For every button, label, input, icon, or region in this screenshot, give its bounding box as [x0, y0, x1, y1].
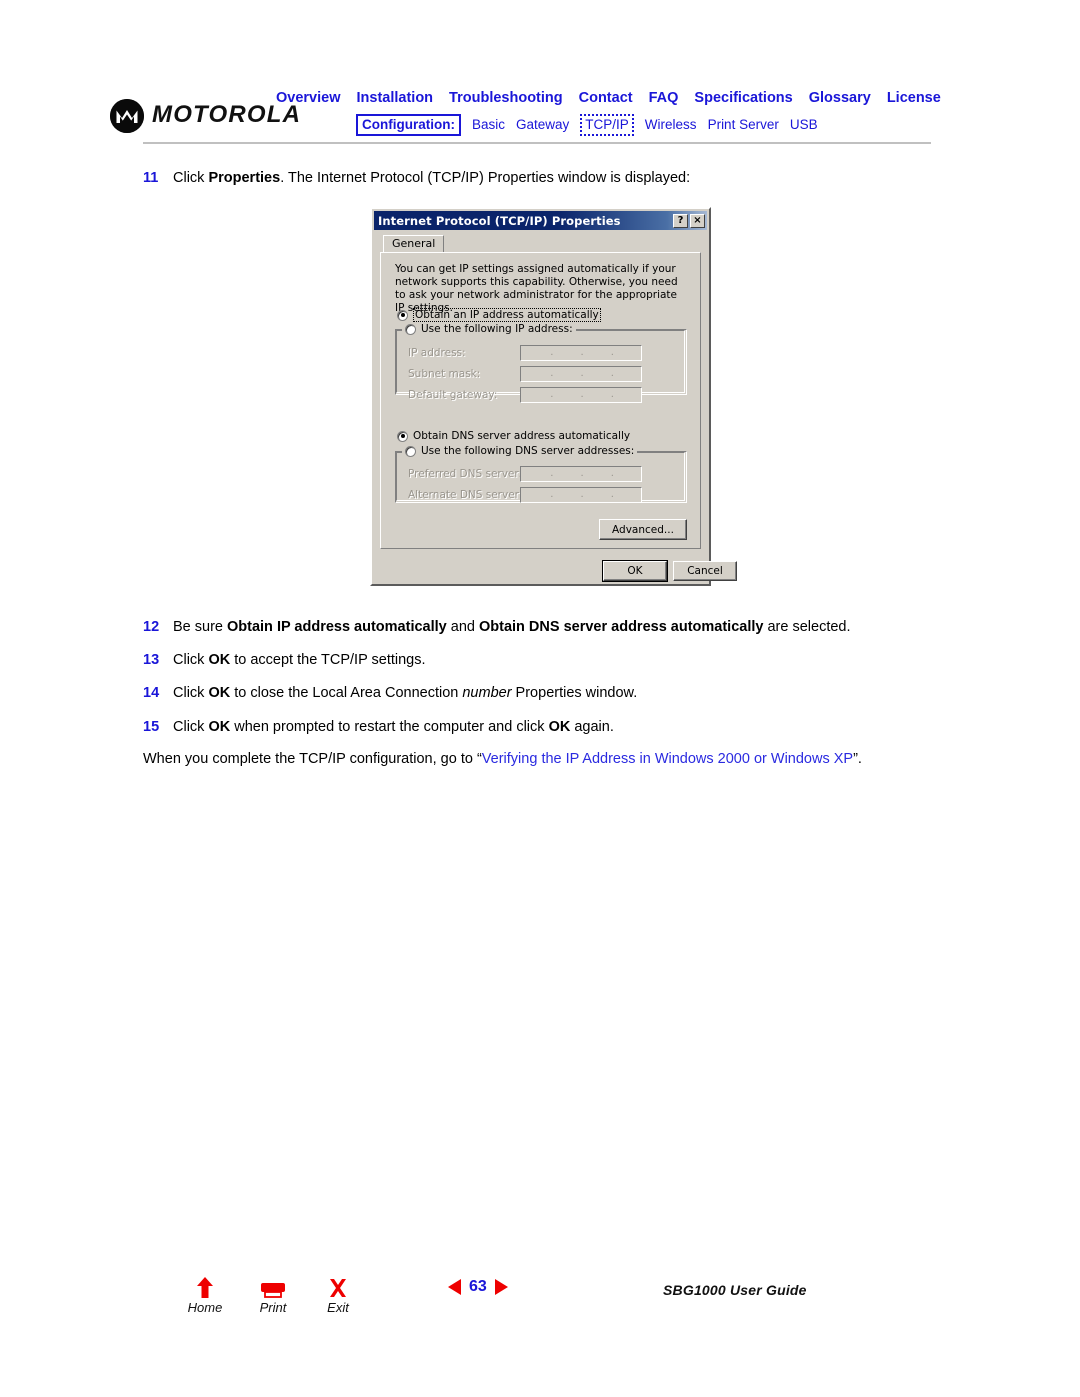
field-alternate-dns-label: Alternate DNS server:	[408, 489, 523, 501]
printer-icon	[243, 1275, 303, 1299]
dialog-title: Internet Protocol (TCP/IP) Properties	[378, 213, 621, 228]
step-15: 15 Click OK when prompted to restart the…	[143, 718, 953, 737]
radio-use-following-ip-label: Use the following IP address:	[421, 323, 573, 335]
close-icon[interactable]: ×	[690, 213, 705, 228]
subnet-mask-input[interactable]: ...	[520, 366, 642, 382]
next-page-icon[interactable]	[494, 1279, 508, 1295]
motorola-m-batwing-icon	[110, 99, 144, 133]
advanced-button[interactable]: Advanced...	[599, 519, 687, 540]
field-default-gateway: Default gateway: ...	[408, 387, 642, 403]
nav-item-print-server[interactable]: Print Server	[708, 117, 779, 133]
help-button[interactable]: ?	[673, 213, 688, 228]
radio-use-following-dns-indicator[interactable]	[405, 445, 416, 457]
step-11-number: 11	[143, 170, 159, 186]
verifying-ip-address-link[interactable]: Verifying the IP Address in Windows 2000…	[482, 751, 853, 767]
secondary-nav-row: Configuration: Basic Gateway TCP/IP Wire…	[276, 114, 976, 136]
motorola-logo: MOTOROLA	[110, 99, 301, 133]
nav-item-gateway[interactable]: Gateway	[516, 117, 569, 133]
radio-obtain-ip-auto[interactable]: Obtain an IP address automatically	[397, 308, 601, 322]
step-11-text: Click Properties. The Internet Protocol …	[173, 170, 691, 186]
nav-item-troubleshooting[interactable]: Troubleshooting	[449, 90, 563, 107]
exit-button-label: Exit	[327, 1300, 349, 1315]
step-15-text: Click OK when prompted to restart the co…	[173, 719, 614, 735]
nav-item-tcpip[interactable]: TCP/IP	[580, 114, 634, 136]
field-default-gateway-label: Default gateway:	[408, 389, 498, 401]
close-x-icon	[308, 1275, 368, 1299]
closing-paragraph: When you complete the TCP/IP configurati…	[143, 750, 963, 769]
radio-use-following-dns-label: Use the following DNS server addresses:	[421, 445, 635, 457]
home-button-label: Home	[187, 1300, 223, 1315]
tcpip-properties-dialog: Internet Protocol (TCP/IP) Properties ? …	[370, 207, 737, 586]
nav-item-installation[interactable]: Installation	[357, 90, 434, 107]
closing-paragraph-before: When you complete the TCP/IP configurati…	[143, 751, 482, 767]
nav-item-usb[interactable]: USB	[790, 117, 818, 133]
step-11: 11 Click Properties. The Internet Protoc…	[143, 169, 943, 188]
home-button[interactable]: Home	[175, 1275, 235, 1317]
group-use-following-ip: Use the following IP address: IP address…	[395, 323, 687, 403]
field-subnet-mask: Subnet mask: ...	[408, 366, 642, 382]
page-number: 63	[469, 1278, 487, 1295]
step-14: 14 Click OK to close the Local Area Conn…	[143, 684, 953, 703]
step-14-text: Click OK to close the Local Area Connect…	[173, 685, 638, 701]
nav-item-wireless[interactable]: Wireless	[645, 117, 697, 133]
field-preferred-dns: Preferred DNS server: ...	[408, 466, 642, 482]
step-12-text: Be sure Obtain IP address automatically …	[173, 619, 851, 635]
radio-obtain-dns-auto-indicator[interactable]	[397, 430, 408, 442]
nav-item-contact[interactable]: Contact	[579, 90, 633, 107]
step-15-number: 15	[143, 719, 160, 735]
nav-item-basic[interactable]: Basic	[472, 117, 505, 133]
default-gateway-input[interactable]: ...	[520, 387, 642, 403]
dialog-titlebar[interactable]: Internet Protocol (TCP/IP) Properties ? …	[374, 211, 707, 230]
dialog-tabpanel: You can get IP settings assigned automat…	[380, 252, 701, 549]
print-button-label: Print	[259, 1300, 287, 1315]
step-13: 13 Click OK to accept the TCP/IP setting…	[143, 651, 953, 670]
step-12-number: 12	[143, 619, 160, 635]
nav-item-glossary[interactable]: Glossary	[809, 90, 871, 107]
primary-nav-row: Overview Installation Troubleshooting Co…	[276, 90, 976, 107]
radio-obtain-dns-auto-label: Obtain DNS server address automatically	[413, 430, 631, 442]
nav-section-configuration[interactable]: Configuration:	[356, 114, 461, 136]
alternate-dns-input[interactable]: ...	[520, 487, 642, 503]
guide-title: SBG1000 User Guide	[663, 1282, 807, 1298]
dialog-tabstrip: General	[380, 235, 701, 253]
radio-use-following-ip[interactable]: Use the following IP address:	[402, 323, 576, 335]
print-button[interactable]: Print	[243, 1275, 303, 1317]
page-footer: Home Print Exit	[0, 1255, 1080, 1345]
field-subnet-mask-label: Subnet mask:	[408, 368, 481, 380]
radio-use-following-ip-indicator[interactable]	[405, 323, 416, 335]
step-13-text: Click OK to accept the TCP/IP settings.	[173, 652, 426, 668]
top-navigation: Overview Installation Troubleshooting Co…	[276, 90, 976, 136]
radio-obtain-ip-auto-label: Obtain an IP address automatically	[413, 308, 601, 322]
cancel-button[interactable]: Cancel	[673, 561, 737, 581]
home-arrow-icon	[175, 1275, 235, 1299]
nav-item-faq[interactable]: FAQ	[649, 90, 679, 107]
previous-page-icon[interactable]	[448, 1279, 461, 1295]
nav-item-specifications[interactable]: Specifications	[694, 90, 792, 107]
ok-button[interactable]: OK	[602, 560, 668, 582]
step-14-number: 14	[143, 685, 160, 701]
nav-item-overview[interactable]: Overview	[276, 90, 341, 107]
ip-address-input[interactable]: ...	[520, 345, 642, 361]
field-ip-address-label: IP address:	[408, 347, 466, 359]
step-13-number: 13	[143, 652, 160, 668]
nav-item-license[interactable]: License	[887, 90, 941, 107]
header-divider	[143, 142, 931, 144]
preferred-dns-input[interactable]: ...	[520, 466, 642, 482]
closing-paragraph-after: ”.	[853, 751, 862, 767]
step-12: 12 Be sure Obtain IP address automatical…	[143, 618, 953, 637]
radio-obtain-dns-auto[interactable]: Obtain DNS server address automatically	[397, 430, 630, 442]
field-preferred-dns-label: Preferred DNS server:	[408, 468, 523, 480]
page-header: MOTOROLA Overview Installation Troublesh…	[0, 0, 1080, 150]
field-ip-address: IP address: ...	[408, 345, 642, 361]
tab-general[interactable]: General	[383, 235, 445, 252]
radio-use-following-dns[interactable]: Use the following DNS server addresses:	[402, 445, 638, 457]
page-navigator: 63	[448, 1279, 508, 1295]
field-alternate-dns: Alternate DNS server: ...	[408, 487, 642, 503]
group-use-following-dns: Use the following DNS server addresses: …	[395, 445, 687, 503]
exit-button[interactable]: Exit	[308, 1275, 368, 1317]
radio-obtain-ip-auto-indicator[interactable]	[397, 309, 408, 321]
